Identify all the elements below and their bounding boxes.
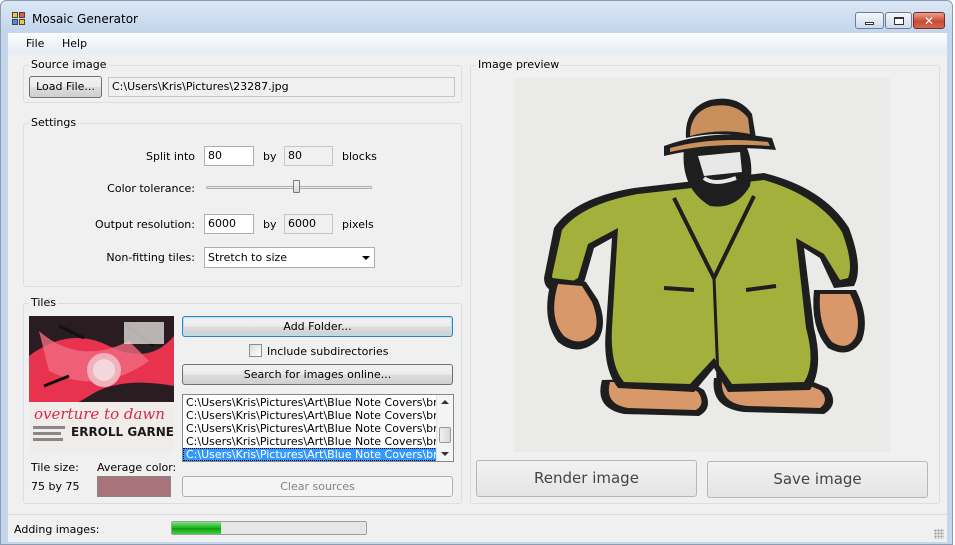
avg-color-swatch [97,476,171,497]
list-item[interactable]: C:\Users\Kris\Pictures\Art\Blue Note Cov… [183,435,437,448]
source-path-field[interactable]: C:\Users\Kris\Pictures\23287.jpg [108,77,455,97]
image-preview-legend: Image preview [476,58,562,71]
tolerance-slider-thumb[interactable] [293,180,301,193]
include-subdirs-checkbox[interactable] [249,344,262,357]
scroll-up-icon[interactable] [441,400,449,404]
tile-size-label: Tile size: [31,461,79,474]
avg-color-label: Average color: [97,461,177,474]
tolerance-slider-track[interactable] [206,186,372,189]
minimize-button[interactable] [855,12,884,29]
tolerance-label: Color tolerance: [107,182,195,195]
window-title: Mosaic Generator [32,12,138,26]
nonfit-select-value: Stretch to size [208,251,288,264]
menu-file[interactable]: File [26,37,44,50]
list-item[interactable]: C:\Users\Kris\Pictures\Art\Blue Note Cov… [183,409,437,422]
list-item[interactable]: C:\Users\Kris\Pictures\Art\Blue Note Cov… [183,396,437,409]
tiles-legend: Tiles [29,296,58,309]
adding-images-progress [171,521,367,535]
tile-size-value: 75 by 75 [31,480,80,493]
resolution-x-input[interactable]: 6000 [204,214,254,234]
render-image-button[interactable]: Render image [476,460,697,497]
preview-illustration [514,78,890,452]
nonfit-label: Non-fitting tiles: [106,251,195,264]
client-area: File Help Source image Load File... C:\U… [8,33,947,542]
preview-image [514,78,890,452]
status-label: Adding images: [14,523,100,536]
resolution-label: Output resolution: [94,218,195,231]
app-icon [12,12,26,26]
cover-artist-text: ERROLL GARNER [71,425,174,439]
search-online-button[interactable]: Search for images online... [182,364,453,385]
split-x-input[interactable]: 80 [204,146,254,166]
load-file-button[interactable]: Load File... [29,76,102,98]
resolution-by-label: by [263,218,277,231]
resolution-y-field: 6000 [284,214,333,234]
tile-thumbnail: overture to dawn ERROLL GARNER [29,316,174,453]
scroll-down-icon[interactable] [441,452,449,456]
cover-title-text: overture to dawn [34,405,165,423]
menu-help[interactable]: Help [62,37,87,50]
nonfit-select[interactable]: Stretch to size [204,247,375,268]
menu-bar: File Help [8,33,947,54]
close-button[interactable]: ✕ [913,12,945,29]
split-label: Split into [146,150,195,163]
source-image-legend: Source image [29,58,109,71]
split-unit-label: blocks [342,150,377,163]
progress-fill [172,522,221,534]
save-image-button[interactable]: Save image [707,461,928,498]
scrollbar-thumb[interactable] [439,427,451,443]
list-item-selected[interactable]: C:\Users\Kris\Pictures\Art\Blue Note Cov… [183,448,437,461]
settings-legend: Settings [29,116,79,129]
clear-sources-button[interactable]: Clear sources [182,476,453,497]
resize-grip-icon[interactable] [934,529,944,539]
list-item[interactable]: C:\Users\Kris\Pictures\Art\Blue Note Cov… [183,422,437,435]
sources-listbox[interactable]: C:\Users\Kris\Pictures\Art\Blue Note Cov… [182,394,454,462]
album-cover-image: overture to dawn ERROLL GARNER [29,316,174,453]
split-by-label: by [263,150,277,163]
status-bar: Adding images: [8,514,947,542]
maximize-icon [893,16,904,25]
split-y-field: 80 [284,146,333,166]
close-icon: ✕ [923,13,935,28]
chevron-down-icon [362,256,370,260]
main-window: Mosaic Generator ✕ File Help Source imag… [0,0,953,545]
sources-list: C:\Users\Kris\Pictures\Art\Blue Note Cov… [183,396,437,461]
minimize-icon [865,22,874,25]
maximize-button[interactable] [885,12,912,29]
listbox-scrollbar[interactable] [436,395,453,461]
resolution-unit-label: pixels [342,218,374,231]
title-bar[interactable]: Mosaic Generator ✕ [1,1,952,33]
include-subdirs-label: Include subdirectories [267,345,389,358]
add-folder-button[interactable]: Add Folder... [182,316,453,337]
